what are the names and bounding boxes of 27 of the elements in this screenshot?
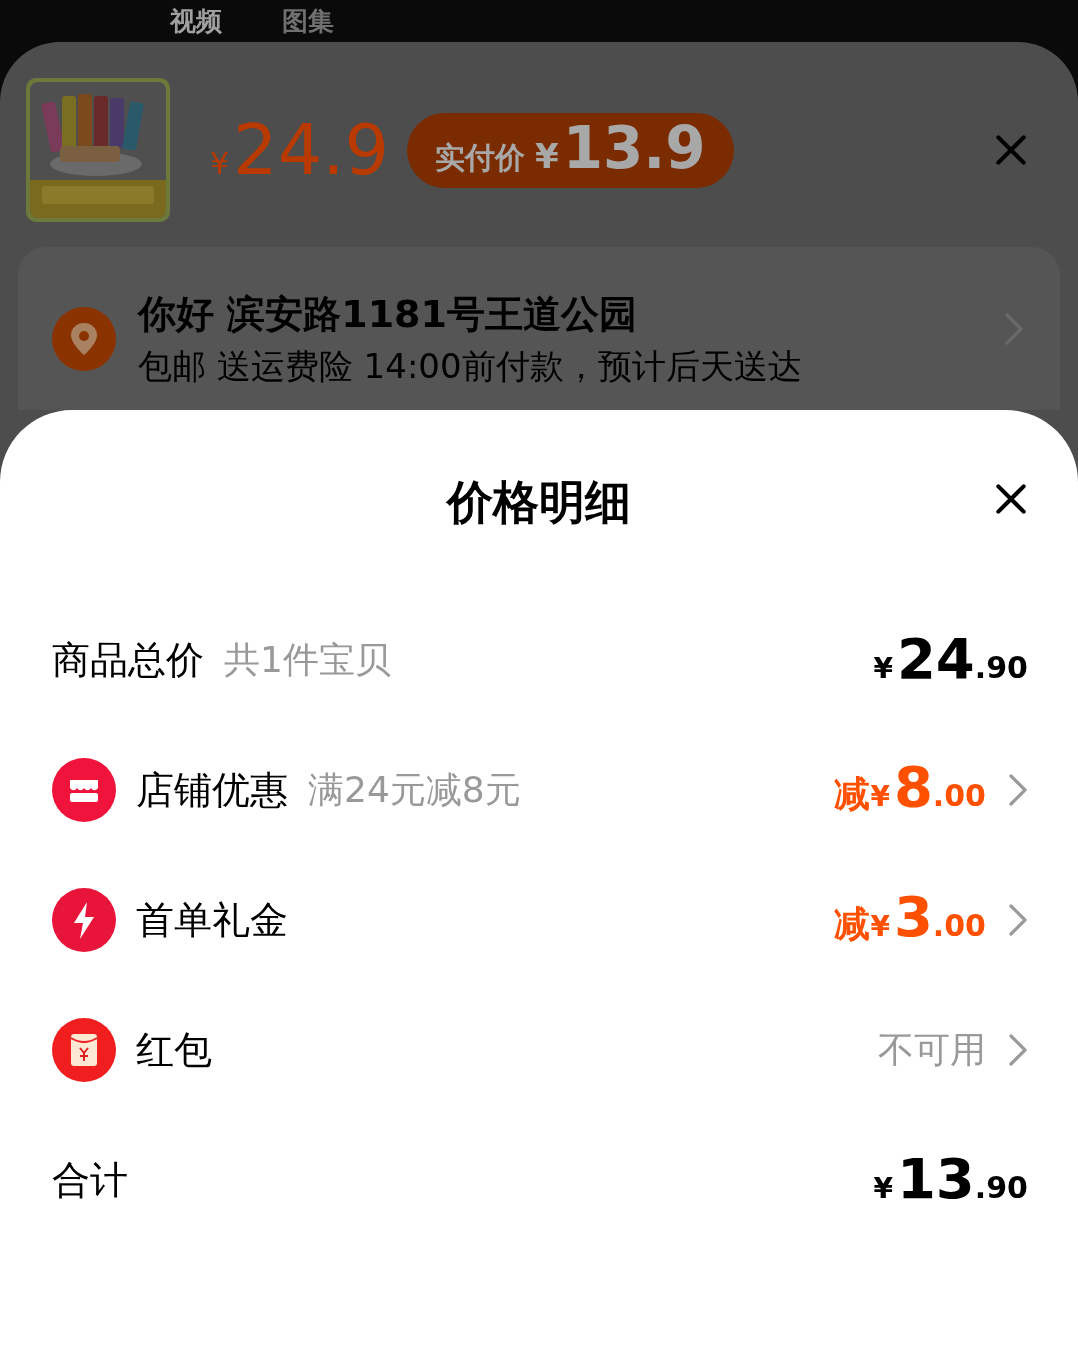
row-note: 共1件宝贝	[224, 638, 391, 682]
price-amount: ¥24.90	[873, 630, 1028, 690]
shop-icon	[52, 758, 116, 822]
address-title: 你好 滨安路1181号王道公园	[138, 291, 638, 339]
delivery-info: 包邮 送运费险 14:00前付款，预计后天送达	[138, 345, 803, 389]
unavailable-status: 不可用	[878, 1028, 986, 1072]
location-pin-icon	[52, 306, 116, 371]
final-price-badge: 实付价 ¥13.9	[406, 112, 734, 188]
row-label: 红包	[136, 1026, 212, 1074]
lightning-icon	[52, 888, 116, 952]
tab[interactable]: 视频	[170, 8, 222, 34]
envelope-icon	[52, 1018, 116, 1082]
tab[interactable]: 图集	[282, 8, 334, 34]
row-label: 商品总价	[52, 636, 204, 684]
chevron-right-icon	[1008, 903, 1028, 937]
sheet-title: 价格明细	[447, 474, 631, 531]
address-card[interactable]: 你好 滨安路1181号王道公园 包邮 送运费险 14:00前付款，预计后天送达	[18, 247, 1060, 410]
product-price: ¥24.9	[210, 114, 389, 186]
discount-amount: 减¥3.00	[834, 889, 986, 951]
row-label: 首单礼金	[136, 896, 288, 944]
price-amount: ¥13.90	[873, 1150, 1028, 1210]
row-label: 合计	[52, 1156, 128, 1204]
row-label: 店铺优惠	[136, 766, 288, 814]
chevron-right-icon	[1008, 773, 1028, 807]
discount-amount: 减¥8.00	[834, 759, 986, 821]
chevron-right-icon	[1008, 1033, 1028, 1067]
row-note: 满24元减8元	[308, 768, 521, 812]
